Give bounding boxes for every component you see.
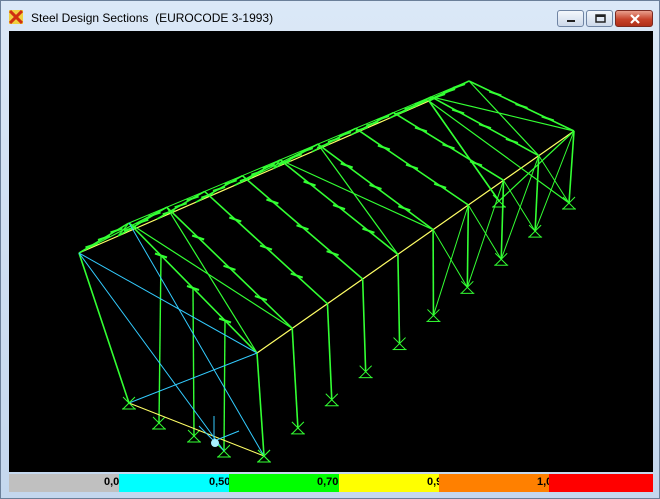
member[interactable] [259, 244, 273, 251]
member[interactable] [266, 198, 279, 205]
minimize-icon [567, 20, 575, 22]
member[interactable] [158, 255, 162, 424]
member[interactable] [467, 204, 502, 260]
legend-segment: 0,00 [9, 474, 125, 492]
member[interactable] [290, 272, 304, 279]
member[interactable] [191, 234, 205, 241]
member[interactable] [466, 180, 505, 288]
member[interactable] [500, 180, 505, 260]
legend-segment: 1,00 [439, 474, 558, 492]
member[interactable] [433, 182, 447, 189]
member[interactable] [192, 287, 195, 437]
window-title: Steel Design Sections (EUROCODE 3-1993) [31, 11, 274, 25]
structure-model[interactable] [9, 31, 653, 472]
member[interactable] [377, 144, 391, 151]
member[interactable] [541, 115, 555, 122]
member[interactable] [431, 96, 575, 132]
member[interactable] [254, 295, 268, 302]
member[interactable] [452, 83, 466, 89]
axis-origin-icon [211, 439, 219, 447]
member[interactable] [78, 252, 225, 452]
legend-segment [549, 474, 653, 492]
member[interactable] [432, 229, 468, 288]
member[interactable] [369, 183, 382, 190]
member[interactable] [538, 155, 570, 204]
minimize-button[interactable] [557, 10, 584, 27]
member[interactable] [256, 130, 575, 354]
member[interactable] [256, 352, 265, 457]
member[interactable] [414, 126, 428, 133]
member[interactable] [332, 204, 346, 211]
maximize-icon [595, 14, 606, 23]
member[interactable] [505, 137, 519, 144]
member[interactable] [362, 227, 375, 234]
member[interactable] [397, 254, 401, 344]
member[interactable] [228, 216, 242, 223]
legend-label: 0,70 [317, 476, 339, 488]
member[interactable] [478, 123, 492, 130]
member[interactable] [78, 100, 430, 254]
legend-label: 0,50 [209, 476, 231, 488]
member[interactable] [326, 250, 339, 257]
member[interactable] [428, 100, 570, 204]
close-button[interactable] [615, 10, 653, 27]
member[interactable] [534, 130, 575, 232]
maximize-button[interactable] [586, 10, 613, 27]
legend-segment: 0,90 [339, 474, 448, 492]
app-window: Steel Design Sections (EUROCODE 3-1993) … [0, 0, 660, 499]
member[interactable] [78, 252, 130, 404]
member[interactable] [166, 206, 258, 354]
member[interactable] [361, 278, 367, 372]
member[interactable] [488, 90, 502, 97]
member[interactable] [296, 224, 309, 231]
member[interactable] [128, 222, 293, 329]
member[interactable] [432, 204, 469, 316]
ratio-legend: 0,00 0,50 0,70 0,90 1,00 [9, 474, 653, 492]
member[interactable] [223, 264, 236, 271]
title-bar[interactable]: Steel Design Sections (EUROCODE 3-1993) [1, 1, 659, 31]
close-icon [630, 14, 640, 24]
app-icon[interactable] [9, 10, 23, 24]
legend-segment: 0,70 [229, 474, 339, 492]
member[interactable] [340, 162, 354, 169]
model-viewport[interactable] [9, 31, 653, 472]
member[interactable] [468, 80, 540, 157]
member[interactable] [503, 180, 536, 232]
member[interactable] [500, 155, 540, 260]
member[interactable] [442, 143, 455, 150]
member[interactable] [223, 320, 226, 452]
member[interactable] [397, 205, 411, 212]
member[interactable] [405, 163, 419, 170]
member[interactable] [466, 204, 470, 288]
member[interactable] [451, 108, 465, 115]
member[interactable] [291, 328, 299, 428]
member[interactable] [128, 402, 265, 457]
legend-segment: 0,50 [119, 474, 231, 492]
member[interactable] [326, 303, 333, 400]
member[interactable] [303, 180, 316, 187]
member[interactable] [515, 103, 528, 109]
member[interactable] [279, 159, 434, 231]
member[interactable] [213, 430, 240, 442]
